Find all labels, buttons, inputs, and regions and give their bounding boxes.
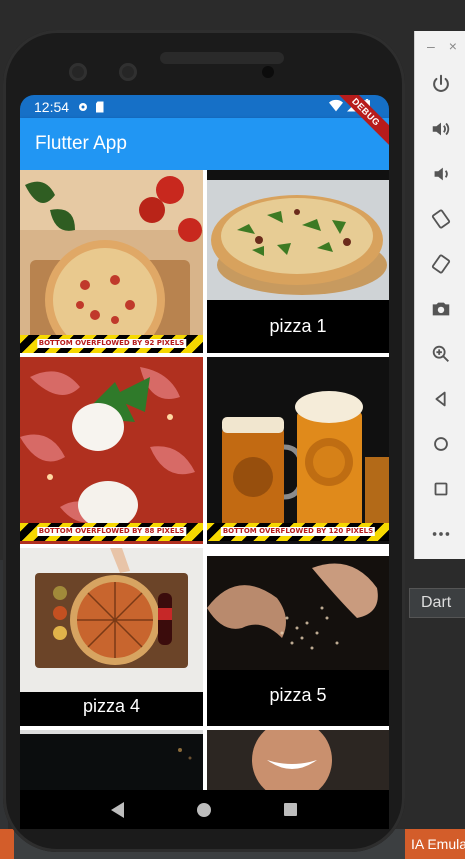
zoom-icon <box>432 345 449 362</box>
pizza-grid: BOTTOM OVERFLOWED BY 92 PIXELS pizza 1 B… <box>20 170 389 790</box>
more-button[interactable] <box>415 511 465 556</box>
android-nav-bar <box>20 790 389 829</box>
grid-tile[interactable] <box>207 730 389 790</box>
beer-photo <box>207 357 389 544</box>
grid-tile[interactable]: BOTTOM OVERFLOWED BY 92 PIXELS <box>20 170 203 353</box>
screenshot-button[interactable] <box>415 286 465 331</box>
status-bar: 12:54 <box>20 95 389 118</box>
app-title: Flutter App <box>35 133 127 154</box>
front-sensor <box>119 63 137 81</box>
volume-up-icon <box>432 122 449 135</box>
more-icon <box>432 531 449 536</box>
power-button[interactable] <box>415 61 465 106</box>
pizza-photo <box>20 548 203 692</box>
home-icon <box>433 436 448 451</box>
settings-icon <box>79 102 88 111</box>
tile-caption: pizza 4 <box>82 696 141 716</box>
rotate-left-button[interactable] <box>415 196 465 241</box>
overview-icon <box>434 482 447 495</box>
proximity-sensor <box>262 66 274 78</box>
dark-photo <box>20 730 203 790</box>
overflow-text: BOTTOM OVERFLOWED BY 92 PIXELS <box>36 339 187 348</box>
volume-up-button[interactable] <box>415 106 465 151</box>
home-button[interactable] <box>415 421 465 466</box>
volume-down-button[interactable] <box>415 151 465 196</box>
minimize-icon[interactable]: – <box>427 38 435 54</box>
status-time: 12:54 <box>34 98 70 115</box>
nav-recents-button[interactable] <box>279 798 303 822</box>
overview-button[interactable] <box>415 466 465 511</box>
pizza-photo <box>20 170 203 353</box>
wifi-icon <box>329 99 343 112</box>
nav-back-button[interactable] <box>106 798 130 822</box>
phone-speaker <box>160 52 284 64</box>
grid-tile[interactable]: pizza 5 <box>207 548 389 726</box>
zoom-button[interactable] <box>415 331 465 376</box>
overflow-text: BOTTOM OVERFLOWED BY 88 PIXELS <box>36 527 187 536</box>
nav-home-button[interactable] <box>192 798 216 822</box>
chef-photo <box>207 730 389 790</box>
camera-icon <box>432 302 449 315</box>
back-icon <box>435 391 446 406</box>
front-camera <box>69 63 87 81</box>
power-icon <box>432 74 449 92</box>
volume-down-icon <box>434 167 448 180</box>
emulator-window-controls: – × <box>415 31 465 61</box>
recents-square-icon <box>284 803 298 816</box>
overflow-text: BOTTOM OVERFLOWED BY 120 PIXELS <box>220 527 376 536</box>
phone-screen: 12:54 Flutter App DEBUG BOTTOM OVERFLOWE… <box>20 95 389 829</box>
sd-card-icon <box>96 101 104 112</box>
grid-tile[interactable] <box>20 730 203 790</box>
grid-tile[interactable]: pizza 4 <box>20 548 203 726</box>
rotate-right-icon <box>431 253 450 274</box>
grid-tile[interactable]: BOTTOM OVERFLOWED BY 88 PIXELS <box>20 357 203 544</box>
app-bar: Flutter App <box>20 118 389 170</box>
back-button[interactable] <box>415 376 465 421</box>
emulator-toolbar: – × <box>414 31 465 559</box>
rotate-right-button[interactable] <box>415 241 465 286</box>
overflow-warning: BOTTOM OVERFLOWED BY 88 PIXELS <box>20 523 203 541</box>
tile-caption: pizza 1 <box>269 316 327 336</box>
back-triangle-icon <box>111 801 125 818</box>
emulator-tab[interactable]: IA Emulator <box>405 829 465 859</box>
ide-status-indicator <box>0 829 14 859</box>
grid-tile[interactable]: pizza 1 <box>207 170 389 353</box>
chef-hands-photo <box>207 548 389 670</box>
tile-caption: pizza 5 <box>269 685 327 705</box>
close-icon[interactable]: × <box>449 38 457 54</box>
pizza-photo <box>20 357 203 544</box>
overflow-warning: BOTTOM OVERFLOWED BY 120 PIXELS <box>207 523 389 541</box>
rotate-left-icon <box>431 208 450 229</box>
overflow-warning: BOTTOM OVERFLOWED BY 92 PIXELS <box>20 335 203 353</box>
language-selector[interactable]: Dart <box>409 588 465 618</box>
home-circle-icon <box>197 802 212 817</box>
pizza-photo <box>207 170 389 300</box>
grid-tile[interactable]: BOTTOM OVERFLOWED BY 120 PIXELS <box>207 357 389 544</box>
